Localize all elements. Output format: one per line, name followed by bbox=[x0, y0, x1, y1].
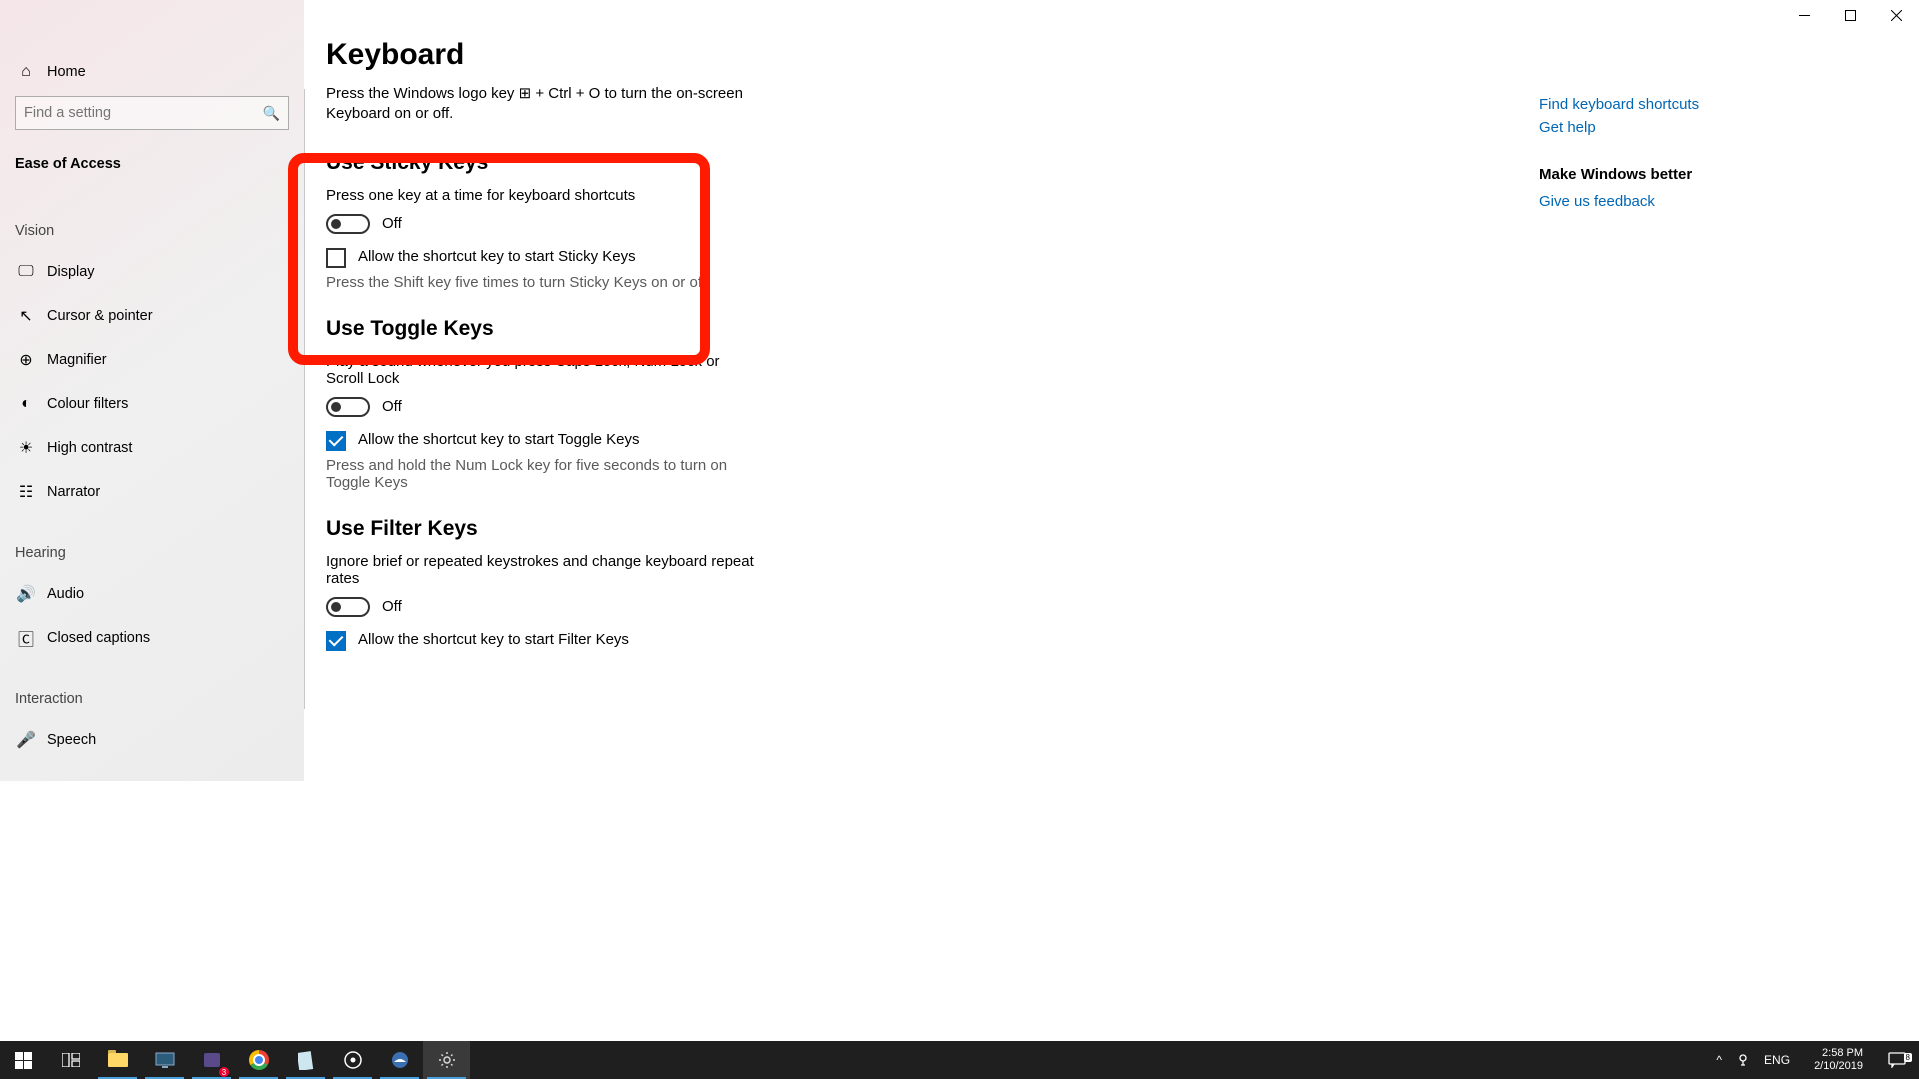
filter-keys-toggle[interactable] bbox=[326, 597, 370, 617]
mic-icon: 🎤 bbox=[15, 730, 37, 750]
narrator-icon: ☷ bbox=[15, 482, 37, 502]
filter-keys-state: Off bbox=[382, 598, 402, 615]
action-center-button[interactable]: 8 bbox=[1875, 1052, 1919, 1068]
nav-high-contrast[interactable]: ☀High contrast bbox=[0, 426, 304, 470]
nav-colour-filters[interactable]: ◐Colour filters bbox=[0, 382, 304, 426]
taskbar-notepad[interactable] bbox=[282, 1041, 329, 1079]
clock-time: 2:58 PM bbox=[1814, 1047, 1863, 1060]
filter-keys-desc: Ignore brief or repeated keystrokes and … bbox=[326, 553, 756, 587]
toggle-keys-toggle[interactable] bbox=[326, 397, 370, 417]
taskbar: 3 ^ ENG 2:58 PM 2/10/2019 8 bbox=[0, 1041, 1919, 1079]
link-get-help[interactable]: Get help bbox=[1539, 119, 1879, 136]
system-tray: ^ ENG bbox=[1716, 1053, 1802, 1067]
category-header: Ease of Access bbox=[0, 142, 304, 186]
link-give-feedback[interactable]: Give us feedback bbox=[1539, 193, 1879, 210]
sticky-keys-toggle[interactable] bbox=[326, 214, 370, 234]
sticky-keys-state: Off bbox=[382, 215, 402, 232]
nav-audio[interactable]: 🔊Audio bbox=[0, 572, 304, 616]
cc-icon: 🄲 bbox=[15, 626, 37, 650]
taskbar-clock[interactable]: 2:58 PM 2/10/2019 bbox=[1802, 1047, 1875, 1073]
nav-narrator[interactable]: ☷Narrator bbox=[0, 470, 304, 514]
tray-chevron-up-icon[interactable]: ^ bbox=[1716, 1053, 1722, 1067]
search-input[interactable]: 🔍 bbox=[15, 96, 289, 130]
clock-date: 2/10/2019 bbox=[1814, 1060, 1863, 1073]
filter-keys-heading: Use Filter Keys bbox=[326, 517, 756, 541]
taskbar-app-3[interactable]: 3 bbox=[188, 1041, 235, 1079]
group-interaction: Interaction bbox=[0, 680, 304, 718]
link-keyboard-shortcuts[interactable]: Find keyboard shortcuts bbox=[1539, 96, 1879, 113]
audio-icon: 🔊 bbox=[15, 584, 37, 604]
tray-app-icon[interactable] bbox=[1736, 1053, 1750, 1067]
task-view-button[interactable] bbox=[47, 1041, 94, 1079]
taskbar-settings[interactable] bbox=[423, 1041, 470, 1079]
toggle-keys-shortcut-hint: Press and hold the Num Lock key for five… bbox=[326, 457, 756, 491]
link-touch-keyboard-peek[interactable]: Open the touch keyboard bbox=[1539, 80, 1879, 90]
nav-cursor[interactable]: ↖Cursor & pointer bbox=[0, 294, 304, 338]
toggle-keys-heading: Use Toggle Keys bbox=[326, 317, 756, 341]
home-icon: ⌂ bbox=[15, 63, 37, 81]
taskbar-chrome[interactable] bbox=[235, 1041, 282, 1079]
start-button[interactable] bbox=[0, 1041, 47, 1079]
toggle-keys-desc: Play a sound whenever you press Caps Loc… bbox=[326, 353, 756, 387]
main-content: Keyboard Press the Windows logo key ⊞ + … bbox=[304, 0, 1919, 781]
palette-icon: ◐ bbox=[15, 395, 37, 413]
tray-language[interactable]: ENG bbox=[1764, 1053, 1790, 1067]
filter-keys-shortcut-checkbox[interactable] bbox=[326, 631, 346, 651]
toggle-keys-shortcut-label: Allow the shortcut key to start Toggle K… bbox=[358, 431, 640, 448]
sticky-keys-shortcut-label: Allow the shortcut key to start Sticky K… bbox=[358, 248, 636, 265]
nav-home[interactable]: ⌂ Home bbox=[0, 50, 304, 94]
search-field[interactable] bbox=[24, 105, 263, 121]
contrast-icon: ☀ bbox=[15, 438, 37, 458]
sticky-keys-heading: Use Sticky Keys bbox=[326, 151, 756, 175]
toggle-keys-shortcut-checkbox[interactable] bbox=[326, 431, 346, 451]
nav-home-label: Home bbox=[47, 64, 86, 80]
filter-keys-shortcut-label: Allow the shortcut key to start Filter K… bbox=[358, 631, 629, 648]
sticky-keys-shortcut-checkbox[interactable] bbox=[326, 248, 346, 268]
nav-display[interactable]: 🖵Display bbox=[0, 250, 304, 294]
sidebar: ⌂ Home 🔍 Ease of Access Vision 🖵Display … bbox=[0, 0, 304, 781]
badge-icon: 3 bbox=[219, 1067, 229, 1077]
sticky-keys-shortcut-hint: Press the Shift key five times to turn S… bbox=[326, 274, 756, 291]
taskbar-shield-app[interactable] bbox=[376, 1041, 423, 1079]
cursor-icon: ↖ bbox=[15, 306, 37, 326]
make-windows-better-heading: Make Windows better bbox=[1539, 166, 1879, 183]
search-icon: 🔍 bbox=[263, 105, 280, 122]
nav-closed-captions[interactable]: 🄲Closed captions bbox=[0, 616, 304, 660]
intro-text: Press the Windows logo key ⊞ + Ctrl + O … bbox=[326, 84, 756, 125]
magnifier-icon: ⊕ bbox=[15, 350, 37, 370]
nav-speech[interactable]: 🎤Speech bbox=[0, 718, 304, 762]
taskbar-circle-app[interactable] bbox=[329, 1041, 376, 1079]
group-hearing: Hearing bbox=[0, 534, 304, 572]
notification-count: 8 bbox=[1904, 1053, 1912, 1062]
nav-magnifier[interactable]: ⊕Magnifier bbox=[0, 338, 304, 382]
taskbar-file-explorer[interactable] bbox=[94, 1041, 141, 1079]
related-links: Open the touch keyboard Find keyboard sh… bbox=[1539, 82, 1879, 216]
sticky-keys-desc: Press one key at a time for keyboard sho… bbox=[326, 187, 756, 204]
display-icon: 🖵 bbox=[15, 263, 37, 281]
toggle-keys-state: Off bbox=[382, 398, 402, 415]
group-vision: Vision bbox=[0, 212, 304, 250]
taskbar-monitor-app[interactable] bbox=[141, 1041, 188, 1079]
page-title: Keyboard bbox=[326, 38, 1919, 72]
